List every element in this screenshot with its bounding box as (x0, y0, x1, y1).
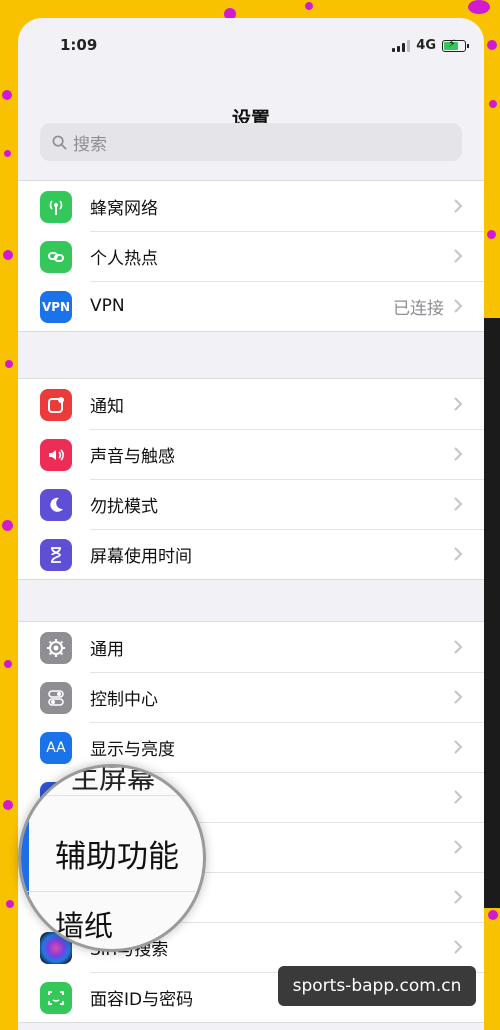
text-size-icon: AA (40, 732, 72, 764)
settings-row-vpn[interactable]: VPN VPN 已连接 (18, 281, 484, 331)
face-id-icon (40, 982, 72, 1014)
settings-row-sounds[interactable]: 声音与触感 (18, 429, 484, 479)
decor-dot (4, 150, 11, 157)
chevron-right-icon (454, 497, 463, 511)
magnified-home-screen-label: 主屏幕 (71, 764, 156, 795)
chevron-right-icon (454, 199, 463, 213)
settings-row-screen-time[interactable]: 屏幕使用时间 (18, 529, 484, 579)
row-label: VPN (90, 296, 125, 316)
settings-row-hotspot[interactable]: 个人热点 (18, 231, 484, 281)
chevron-right-icon (454, 397, 463, 411)
decor-dot (2, 90, 12, 100)
chevron-right-icon (454, 640, 463, 654)
row-label: 勿扰模式 (90, 496, 158, 517)
vpn-icon: VPN (40, 291, 72, 323)
screenshot-root: { "status_bar": { "time": "1:09", "netwo… (0, 0, 500, 1030)
status-bar: 1:09 4G ⚡ (18, 18, 484, 72)
row-label: 通用 (90, 639, 124, 660)
toggles-icon (40, 682, 72, 714)
search-icon (52, 135, 67, 149)
decor-dot (487, 230, 496, 239)
antenna-icon (40, 191, 72, 223)
decor-dot (488, 910, 498, 920)
decor-dot (3, 250, 13, 260)
settings-row-control-center[interactable]: 控制中心 (18, 672, 484, 722)
row-label: 面容ID与密码 (90, 989, 194, 1010)
magnified-separator (21, 891, 203, 892)
row-label: 蜂窝网络 (90, 198, 158, 219)
settings-group-connectivity: 蜂窝网络 个人热点 VPN VPN 已连接 (18, 180, 484, 332)
status-time: 1:09 (60, 36, 98, 54)
chevron-right-icon (454, 940, 463, 954)
chevron-right-icon (454, 547, 463, 561)
row-label: 显示与亮度 (90, 739, 175, 760)
magnified-accessibility-icon (21, 807, 29, 907)
settings-row-display[interactable]: AA 显示与亮度 (18, 722, 484, 772)
settings-row-cellular[interactable]: 蜂窝网络 (18, 181, 484, 231)
decor-dot (468, 0, 490, 14)
settings-row-do-not-disturb[interactable]: 勿扰模式 (18, 479, 484, 529)
magnified-wallpaper-label: 墙纸 (55, 909, 114, 943)
chevron-right-icon (454, 790, 463, 804)
chevron-right-icon (454, 890, 463, 904)
search-placeholder: 搜索 (73, 134, 107, 155)
vpn-status-value: 已连接 (393, 298, 444, 319)
decor-dot (4, 660, 12, 668)
chevron-right-icon (454, 740, 463, 754)
speaker-icon (40, 439, 72, 471)
row-label: 声音与触感 (90, 446, 175, 467)
hotspot-link-icon (40, 241, 72, 273)
chevron-right-icon (454, 690, 463, 704)
decor-dot (487, 40, 497, 50)
decor-dot (2, 520, 13, 531)
settings-row-notifications[interactable]: 通知 (18, 379, 484, 429)
notification-icon (40, 389, 72, 421)
chevron-right-icon (454, 840, 463, 854)
moon-icon (40, 489, 72, 521)
gear-icon (40, 632, 72, 664)
magnified-accessibility-label: 辅助功能 (55, 839, 179, 875)
row-label: 个人热点 (90, 248, 158, 269)
decor-dot (5, 360, 13, 368)
signal-bars-icon (392, 39, 411, 52)
row-label: 屏幕使用时间 (90, 546, 192, 567)
row-label: 通知 (90, 396, 124, 417)
search-field[interactable]: 搜索 (40, 123, 462, 161)
watermark-label: sports-bapp.com.cn (278, 966, 476, 1006)
background-person-edge (484, 318, 500, 908)
status-indicators: 4G ⚡ (392, 38, 469, 53)
settings-row-general[interactable]: 通用 (18, 622, 484, 672)
settings-group-notifications: 通知 声音与触感 勿扰模式 屏幕使用时间 (18, 378, 484, 580)
magnifier-overlay: 主屏幕 辅助功能 墙纸 (18, 764, 206, 952)
row-label: 控制中心 (90, 689, 158, 710)
battery-charging-icon: ⚡ (442, 38, 469, 52)
decor-dot (305, 2, 313, 10)
chevron-right-icon (454, 447, 463, 461)
magnified-separator (21, 795, 203, 796)
decor-dot (6, 900, 14, 908)
network-type: 4G (416, 38, 436, 53)
chevron-right-icon (454, 299, 463, 313)
hourglass-icon (40, 539, 72, 571)
decor-dot (489, 100, 497, 108)
decor-dot (3, 800, 13, 810)
chevron-right-icon (454, 249, 463, 263)
